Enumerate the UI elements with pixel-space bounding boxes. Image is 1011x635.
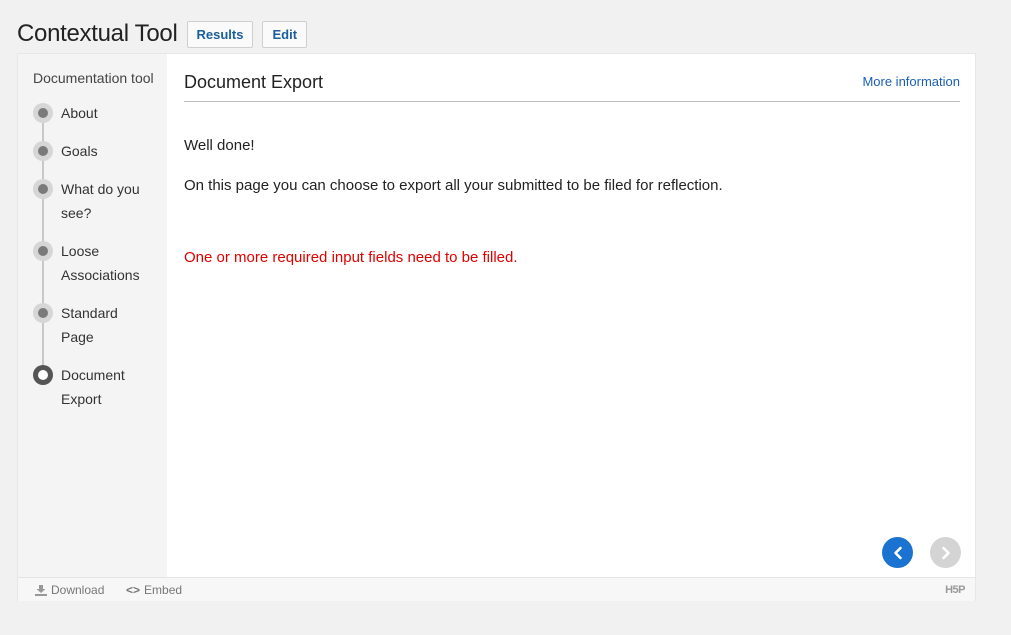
chevron-right-icon [941,546,950,559]
sidebar-item-label: Standard Page [61,305,118,345]
sidebar-item-document-export[interactable]: Document Export [33,363,167,411]
more-information-link[interactable]: More information [862,74,960,89]
main-content: Document Export More information Well do… [184,54,961,577]
section-title: Document Export [184,72,324,92]
sidebar-item-standard-page[interactable]: Standard Page [33,301,167,349]
content-frame: Documentation tool About Goals What do y… [17,53,976,601]
sidebar-item-about[interactable]: About [33,101,167,125]
chevron-left-icon [893,546,902,559]
step-dot-icon [33,103,53,123]
footer-bar: Download <> Embed H5P [18,577,975,601]
error-message: One or more required input fields need t… [184,249,518,266]
sidebar-item-label: Goals [61,143,98,159]
previous-button[interactable] [882,537,913,568]
step-dot-icon [33,179,53,199]
edit-button[interactable]: Edit [262,20,308,48]
page-title: Contextual Tool [17,20,178,47]
h5p-logo[interactable]: H5P [945,584,965,596]
next-button[interactable] [930,537,961,568]
download-button[interactable]: Download [35,583,104,597]
sidebar-item-what-do-you-see[interactable]: What do you see? [33,177,167,225]
step-dot-icon [33,141,53,161]
code-icon: <> [126,583,141,597]
sidebar-item-loose-associations[interactable]: Loose Associations [33,239,167,287]
page-header: Contextual Tool Results Edit [17,18,316,50]
step-dot-icon [33,241,53,261]
sidebar-item-label: Document Export [61,367,125,407]
sidebar-title: Documentation tool [33,70,154,86]
step-navigation: About Goals What do you see? Loose Assoc… [33,101,167,425]
step-dot-icon [33,303,53,323]
section-header: Document Export More information [184,54,960,102]
download-icon [35,584,47,596]
embed-label: Embed [144,583,183,597]
results-button[interactable]: Results [186,20,254,48]
description-text: On this page you can choose to export al… [184,177,723,194]
current-step-icon [33,365,53,385]
sidebar-item-goals[interactable]: Goals [33,139,167,163]
download-label: Download [51,583,105,597]
intro-text: Well done! [184,137,255,154]
embed-button[interactable]: <> Embed [126,583,182,597]
sidebar: Documentation tool About Goals What do y… [18,54,167,577]
sidebar-item-label: About [61,105,98,121]
sidebar-item-label: Loose Associations [61,243,140,283]
sidebar-item-label: What do you see? [61,181,140,221]
